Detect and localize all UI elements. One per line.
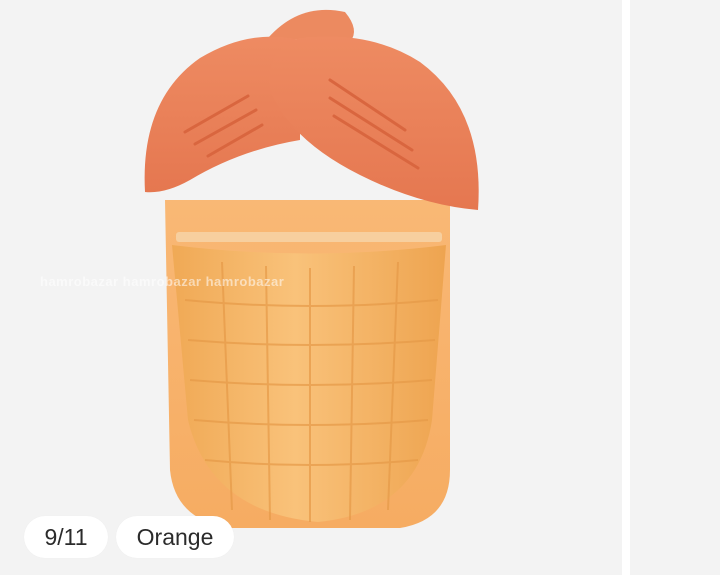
image-counter: 9/11: [24, 516, 108, 558]
variant-label: Orange: [116, 516, 234, 558]
watermark-text: hamrobazar hamrobazar hamrobazar: [40, 274, 285, 289]
gallery-slide-current[interactable]: hamrobazar hamrobazar hamrobazar 9/11 Or…: [0, 0, 622, 575]
gallery-slide-next[interactable]: [630, 0, 720, 575]
image-gallery[interactable]: hamrobazar hamrobazar hamrobazar 9/11 Or…: [0, 0, 720, 575]
slide-divider: [622, 0, 630, 575]
